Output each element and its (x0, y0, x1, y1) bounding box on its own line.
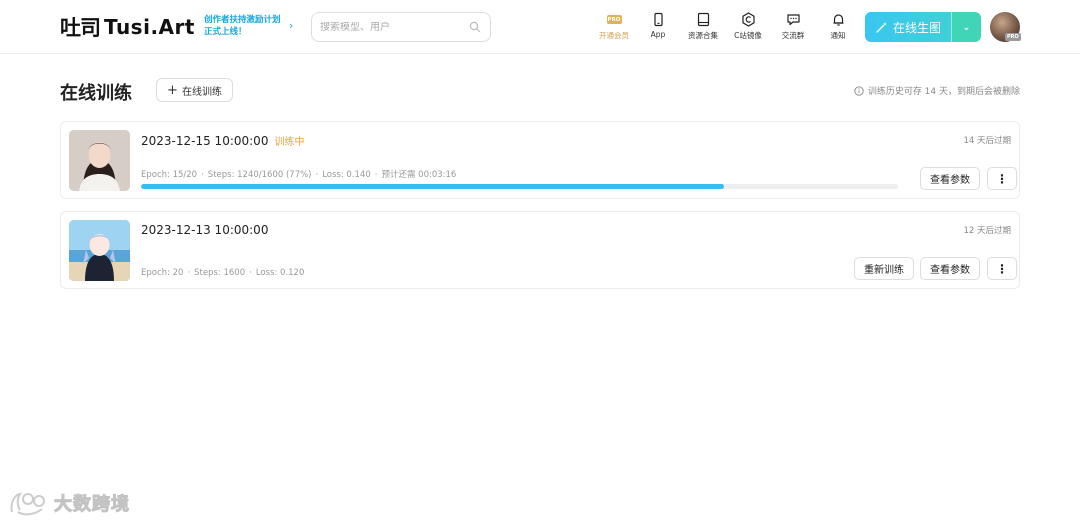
generate-dropdown-toggle[interactable]: ⌄ (951, 12, 981, 42)
new-training-button[interactable]: + 在线训练 (156, 78, 233, 102)
chat-icon (786, 14, 800, 26)
plus-icon: + (167, 82, 178, 98)
bell-icon (833, 14, 843, 26)
nav-notifications[interactable]: 通知 (816, 12, 860, 44)
task-stats: Epoch: 20 · Steps: 1600 · Loss: 0.120 (141, 268, 304, 278)
logo-text: Tusi.Art (104, 15, 195, 39)
new-training-label: 在线训练 (181, 86, 222, 98)
more-options-button[interactable]: ⋮ (987, 167, 1017, 190)
task-steps: Steps: 1240/1600 (77%) (207, 170, 312, 180)
c-hexagon-icon (741, 12, 755, 27)
logo-mark: 吐司 (60, 16, 101, 40)
view-params-button[interactable]: 查看参数 (920, 167, 980, 190)
promo-line-2: 正式上线！ (204, 27, 247, 37)
chevron-right-icon[interactable]: › (289, 19, 293, 32)
training-progress-bar (141, 184, 898, 189)
stat-separator: · (374, 170, 378, 180)
task-status-badge: 训练中 (274, 137, 305, 148)
chevron-down-icon: ⌄ (962, 21, 971, 33)
task-datetime: 2023-12-15 10:00:00 训练中 (141, 133, 304, 148)
history-note-text: 训练历史可存 14 天，到期后会被删除 (867, 87, 1020, 97)
task-steps: Steps: 1600 (194, 268, 246, 278)
task-expire-text: 14 天后过期 (963, 136, 1011, 146)
training-task-card: 2023-12-15 10:00:00 训练中 14 天后过期 Epoch: 15… (60, 121, 1020, 199)
history-retention-note: 训练历史可存 14 天，到期后会被删除 (854, 84, 1020, 97)
task-thumbnail[interactable] (69, 220, 130, 281)
task-eta: 预计还需 00:03:16 (381, 170, 457, 180)
more-vertical-icon: ⋮ (996, 261, 1008, 276)
stat-separator: · (315, 170, 319, 180)
nav-community[interactable]: 交流群 (771, 12, 815, 44)
nav-membership[interactable]: PRO 开通会员 (592, 12, 636, 44)
search-input[interactable] (320, 21, 460, 33)
stat-separator: · (187, 268, 191, 278)
task-epoch: Epoch: 20 (141, 268, 184, 278)
task-thumbnail[interactable] (69, 130, 130, 191)
task-stats: Epoch: 15/20 · Steps: 1240/1600 (77%) · Loss… (141, 168, 456, 180)
nav-label-resources: 资源合集 (688, 31, 718, 40)
nav-label-app: App (650, 30, 666, 39)
nav-c-mirror[interactable]: C站镜像 (726, 12, 770, 44)
nav-label-membership: 开通会员 (599, 31, 629, 40)
magic-wand-icon (876, 21, 887, 33)
task-datetime: 2023-12-13 10:00:00 (141, 223, 268, 237)
page-title: 在线训练 (60, 83, 132, 104)
training-progress-fill (141, 184, 724, 189)
stat-separator: · (201, 170, 204, 180)
task-loss: Loss: 0.140 (322, 170, 371, 180)
more-options-button[interactable]: ⋮ (987, 257, 1017, 280)
task-epoch: Epoch: 15/20 (141, 170, 198, 180)
avatar-pro-badge: PRO (1005, 33, 1021, 41)
top-header: 吐司 Tusi.Art 创作者扶持激励计划 正式上线！ › PRO 开通会员 A… (0, 0, 1080, 54)
more-vertical-icon: ⋮ (996, 171, 1008, 186)
site-logo[interactable]: 吐司 Tusi.Art (60, 12, 195, 42)
creator-promo-link[interactable]: 创作者扶持激励计划 正式上线！ (204, 14, 281, 38)
phone-icon (653, 12, 663, 27)
retrain-button[interactable]: 重新训练 (854, 257, 914, 280)
nav-label-notifications: 通知 (830, 31, 846, 40)
generate-image-button[interactable]: 在线生图 (865, 12, 951, 42)
training-task-card: 2023-12-13 10:00:00 12 天后过期 Epoch: 20 · St… (60, 211, 1020, 289)
watermark-text: 大数跨境 (54, 494, 130, 516)
nav-label-community: 交流群 (781, 31, 805, 40)
task-loss: Loss: 0.120 (255, 268, 305, 278)
pro-badge-icon: PRO (606, 15, 622, 24)
nav-app[interactable]: App (636, 12, 680, 44)
stat-separator: · (249, 268, 252, 278)
book-icon (697, 12, 709, 27)
info-icon (854, 85, 864, 96)
task-datetime-text: 2023-12-13 10:00:00 (141, 223, 269, 237)
generate-image-button-group: 在线生图 ⌄ (865, 12, 981, 42)
nav-label-c-mirror: C站镜像 (734, 31, 762, 40)
task-expire-text: 12 天后过期 (963, 226, 1011, 236)
watermark: 大数跨境 (8, 490, 130, 516)
watermark-logo-icon (10, 492, 45, 516)
view-params-button[interactable]: 查看参数 (920, 257, 980, 280)
search-icon[interactable] (469, 21, 481, 33)
portrait-thumbnail-image (69, 130, 130, 191)
search-box[interactable] (311, 12, 491, 42)
promo-line-1: 创作者扶持激励计划 (204, 15, 281, 25)
generate-image-label: 在线生图 (892, 20, 941, 35)
anime-thumbnail-image (69, 220, 130, 281)
nav-resources[interactable]: 资源合集 (681, 12, 725, 44)
task-datetime-text: 2023-12-15 10:00:00 (141, 134, 269, 148)
